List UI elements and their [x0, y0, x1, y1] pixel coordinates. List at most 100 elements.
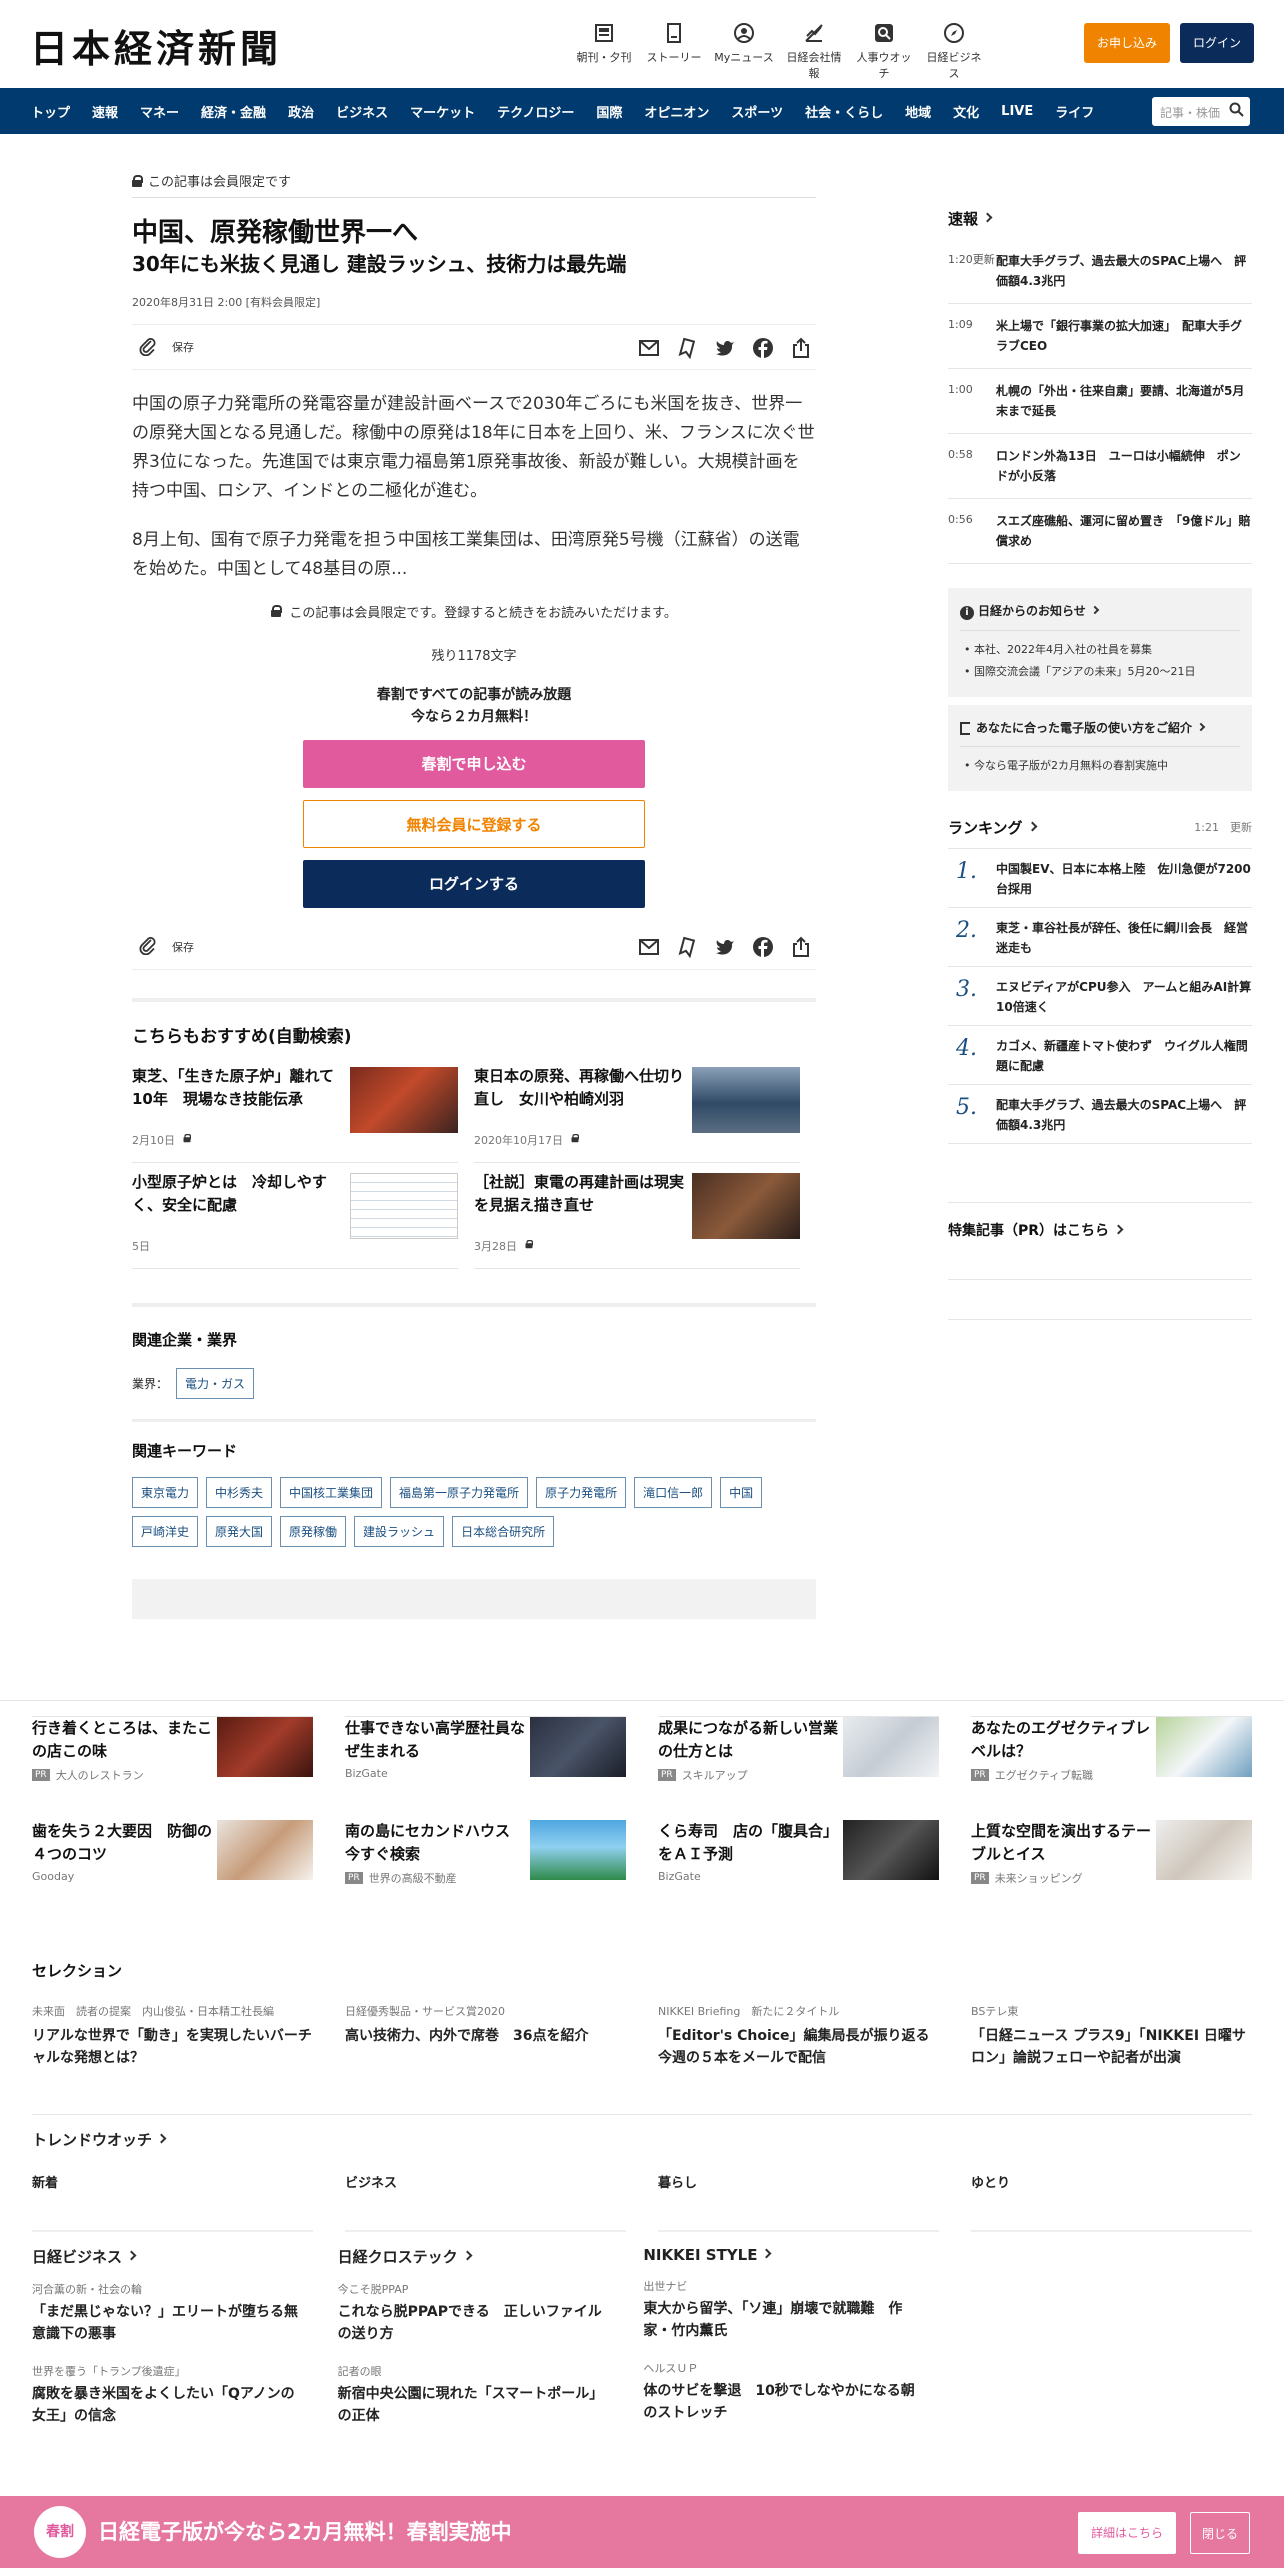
sponsored-item[interactable]: くら寿司 店の「腹具合」をＡＩ予測 BizGate [658, 1820, 939, 1924]
paywall-login-button[interactable]: ログインする [303, 860, 645, 908]
sponsored-item[interactable]: 上質な空間を演出するテーブルとイス PR 未来ショッピング [971, 1820, 1252, 1924]
guide-title[interactable]: あなたに合った電子版の使い方をご紹介 [960, 719, 1240, 736]
breaking-news-item[interactable]: 1:20更新 配車大手グラブ、過去最大のSPAC上場へ 評価額4.3兆円 [948, 239, 1252, 304]
media-title[interactable]: NIKKEI STYLE [643, 2246, 917, 2264]
keyword-tag[interactable]: 中国 [720, 1477, 763, 1508]
header-nav-company[interactable]: 日経会社情報 [782, 22, 846, 81]
gnav-item[interactable]: マネー [129, 102, 190, 121]
gnav-item[interactable]: オピニオン [633, 102, 720, 121]
gnav-item[interactable]: スポーツ [720, 102, 794, 121]
trend-tab[interactable]: 暮らし [658, 2172, 939, 2232]
gnav-item[interactable]: 政治 [277, 102, 325, 121]
spring-subscribe-button[interactable]: 春割で申し込む [303, 740, 645, 788]
facebook-icon[interactable] [752, 936, 774, 958]
ranking-item[interactable]: 5. 配車大手グラブ、過去最大のSPAC上場へ 評価額4.3兆円 [948, 1085, 1252, 1144]
twitter-icon[interactable] [714, 337, 736, 359]
breaking-news-item[interactable]: 1:09 米上場で「銀行事業の拡大加速」 配車大手グラブCEO [948, 304, 1252, 369]
save-button[interactable]: 保存 [138, 935, 194, 958]
keyword-tag[interactable]: 原発稼働 [280, 1516, 347, 1547]
selection-item[interactable]: 日経優秀製品・サービス賞2020 高い技術力、内外で席巻 36点を紹介 [345, 2003, 626, 2069]
media-item[interactable]: ヘルスＵＰ 体のサビを撃退 10秒でしなやかになる朝のストレッチ [643, 2360, 917, 2424]
breaking-news-item[interactable]: 0:58 ロンドン外為13日 ユーロは小幅続伸 ポンドが小反落 [948, 434, 1252, 499]
ranking-item[interactable]: 4. カゴメ、新疆産トマト使わず ウイグル人権問題に配慮 [948, 1026, 1252, 1085]
gnav-item[interactable]: 経済・金融 [190, 102, 277, 121]
notice-item[interactable]: 本社、2022年4月入社の社員を募集 [960, 639, 1240, 661]
media-title[interactable]: 日経ビジネス [32, 2246, 306, 2267]
ranking-item[interactable]: 1. 中国製EV、日本に本格上陸 佐川急便が7200台採用 [948, 849, 1252, 908]
selection-item[interactable]: 未来面 読者の提案 内山俊弘・日本精工社長編 リアルな世界で「動き」を実現したいバ… [32, 2003, 313, 2069]
banner-close-button[interactable]: 閉じる [1190, 2512, 1250, 2554]
mail-icon[interactable] [638, 337, 660, 359]
media-item[interactable]: 出世ナビ 東大から留学、「ソ連」崩壊で就職難 作家・竹内薫氏 [643, 2278, 917, 2342]
facebook-icon[interactable] [752, 337, 774, 359]
sponsored-item[interactable]: あなたのエグゼクティブレベルは？ PR エグゼクティブ転職 [971, 1716, 1252, 1820]
gnav-item[interactable]: トップ [20, 102, 81, 121]
bookmark-icon[interactable] [676, 936, 698, 959]
notice-title[interactable]: i 日経からのお知らせ [960, 602, 1240, 620]
recommend-item[interactable]: 東芝、「生きた原子炉」離れて10年 現場なき技能伝承 2月10日 [132, 1057, 458, 1163]
keyword-tag[interactable]: 原子力発電所 [536, 1477, 627, 1508]
media-item[interactable]: 今こそ脱PPAP これなら脱PPAPできる 正しいファイルの送り方 [338, 2281, 612, 2345]
guide-item[interactable]: 今なら電子版が2カ月無料の春割実施中 [960, 755, 1240, 777]
twitter-icon[interactable] [714, 936, 736, 958]
gnav-item[interactable]: ライフ [1044, 102, 1105, 121]
pr-feature-link[interactable]: 特集記事（PR）はこちら [948, 1220, 1252, 1240]
trend-tab[interactable]: 新着 [32, 2172, 313, 2232]
sponsored-item[interactable]: 仕事できない高学歴社員なぜ生まれる BizGate [345, 1716, 626, 1820]
gnav-item[interactable]: ビジネス [325, 102, 399, 121]
site-logo[interactable]: 日本経済新聞 [30, 18, 282, 73]
sponsored-item[interactable]: 南の島にセカンドハウス 今すぐ検索 PR 世界の高級不動産 [345, 1820, 626, 1924]
free-register-button[interactable]: 無料会員に登録する [303, 800, 645, 848]
mail-icon[interactable] [638, 936, 660, 958]
sponsored-item[interactable]: 行き着くところは、またこの店この味 PR 大人のレストラン [32, 1716, 313, 1820]
gnav-item[interactable]: 地域 [894, 102, 942, 121]
gnav-item[interactable]: テクノロジー [486, 102, 585, 121]
gnav-item[interactable]: 国際 [585, 102, 633, 121]
header-nav-newspaper[interactable]: 朝刊・夕刊 [572, 22, 636, 81]
save-button[interactable]: 保存 [138, 336, 194, 359]
selection-item[interactable]: BSテレ東 「日経ニュース プラス9」「NIKKEI 日曜サロン」論説フェローや記… [971, 2003, 1252, 2069]
banner-details-button[interactable]: 詳細はこちら [1078, 2512, 1176, 2554]
recommend-item[interactable]: 小型原子炉とは 冷却しやすく、安全に配慮 5日 [132, 1163, 458, 1269]
trend-tab[interactable]: ビジネス [345, 2172, 626, 2232]
keyword-tag[interactable]: 滝口信一郎 [634, 1477, 713, 1508]
gnav-item[interactable]: マーケット [399, 102, 486, 121]
search-input[interactable]: 記事・株価 [1152, 97, 1250, 126]
keyword-tag[interactable]: 戸崎洋史 [132, 1516, 199, 1547]
header-nav-business[interactable]: 日経ビジネス [922, 22, 986, 81]
trend-tab[interactable]: ゆとり [971, 2172, 1252, 2232]
keyword-tag[interactable]: 中杉秀夫 [206, 1477, 273, 1508]
bookmark-icon[interactable] [676, 337, 698, 360]
ranking-item[interactable]: 3. エヌビディアがCPU参入 アームと組みAI計算10倍速く [948, 967, 1252, 1026]
sponsored-item[interactable]: 成果につながる新しい営業の仕方とは PR スキルアップ [658, 1716, 939, 1820]
recommend-item[interactable]: 東日本の原発、再稼働へ仕切り直し 女川や柏崎刈羽 2020年10月17日 [474, 1057, 800, 1163]
breaking-news-item[interactable]: 1:00 札幌の「外出・往来自粛」要請、北海道が5月末まで延長 [948, 369, 1252, 434]
notice-item[interactable]: 国際交流会議「アジアの未来」5月20～21日 [960, 661, 1240, 683]
ranking-item[interactable]: 2. 東芝・車谷社長が辞任、後任に綱川会長 経営迷走も [948, 908, 1252, 967]
header-nav-mynews[interactable]: Myニュース [712, 22, 776, 81]
login-button[interactable]: ログイン [1180, 23, 1254, 63]
sponsored-item[interactable]: 歯を失う２大要因 防御の４つのコツ Gooday [32, 1820, 313, 1924]
recommend-item[interactable]: ［社説］東電の再建計画は現実を見据え描き直せ 3月28日 [474, 1163, 800, 1269]
media-item[interactable]: 世界を覆う「トランプ後遺症」 腐敗を暴き米国をよくしたい「Qアノンの女王」の信念 [32, 2363, 306, 2427]
media-title[interactable]: 日経クロステック [338, 2246, 612, 2267]
search-icon[interactable] [1229, 102, 1244, 117]
gnav-item[interactable]: 文化 [942, 102, 990, 121]
media-item[interactable]: 河合薫の新・社会の輪 「まだ黒じゃない？」エリートが堕ちる無意識下の悪事 [32, 2281, 306, 2345]
header-nav-story[interactable]: ストーリー [642, 22, 706, 81]
keyword-tag[interactable]: 中国核工業集団 [280, 1477, 383, 1508]
gnav-item[interactable]: 社会・くらし [794, 102, 894, 121]
share-icon[interactable] [790, 936, 812, 958]
gnav-item[interactable]: 速報 [81, 102, 129, 121]
selection-item[interactable]: NIKKEI Briefing 新たに２タイトル 「Editor's Choice… [658, 2003, 939, 2069]
media-item[interactable]: 記者の眼 新宿中央公園に現れた「スマートポール」の正体 [338, 2363, 612, 2427]
header-nav-jinji[interactable]: 人事ウオッチ [852, 22, 916, 81]
keyword-tag[interactable]: 日本総合研究所 [452, 1516, 555, 1547]
share-icon[interactable] [790, 337, 812, 359]
trend-watch-title[interactable]: トレンドウオッチ [32, 2129, 1252, 2150]
industry-tag[interactable]: 電力・ガス [176, 1368, 255, 1399]
keyword-tag[interactable]: 原発大国 [206, 1516, 273, 1547]
breaking-news-title[interactable]: 速報 [948, 208, 1252, 229]
keyword-tag[interactable]: 建設ラッシュ [354, 1516, 445, 1547]
gnav-item[interactable]: LIVE [990, 104, 1044, 119]
